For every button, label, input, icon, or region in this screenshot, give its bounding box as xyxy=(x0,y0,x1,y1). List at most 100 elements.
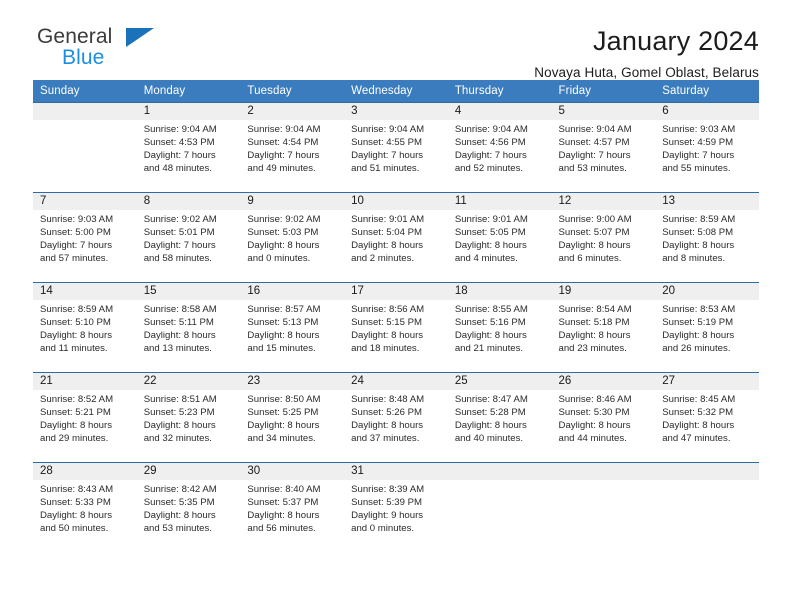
weekday-header-tuesday: Tuesday xyxy=(240,80,345,103)
calendar-day-cell[interactable]: 10 Sunrise: 9:01 AM Sunset: 5:04 PM Dayligh… xyxy=(344,192,448,283)
calendar-day-cell[interactable]: 3 Sunrise: 9:04 AM Sunset: 4:55 PM Daylight… xyxy=(344,102,448,193)
day-details: Sunrise: 8:52 AM Sunset: 5:21 PM Daylight:… xyxy=(33,390,137,445)
logo-text-blue: Blue xyxy=(62,46,105,69)
daylight-text-line1: Daylight: 7 hours xyxy=(143,149,216,161)
daylight-text-line2: and 53 minutes. xyxy=(558,162,627,174)
day-number: 3 xyxy=(344,103,448,120)
day-number xyxy=(655,463,759,480)
calendar-day-cell[interactable]: 21 Sunrise: 8:52 AM Sunset: 5:21 PM Dayligh… xyxy=(33,372,137,463)
daylight-text-line1: Daylight: 8 hours xyxy=(454,239,527,251)
sunset-text: Sunset: 4:53 PM xyxy=(143,136,215,148)
daylight-text-line1: Daylight: 8 hours xyxy=(143,419,216,431)
calendar-day-cell[interactable]: 13 Sunrise: 8:59 AM Sunset: 5:08 PM Dayligh… xyxy=(655,192,759,283)
day-details: Sunrise: 9:04 AM Sunset: 4:56 PM Daylight:… xyxy=(448,120,552,175)
sunrise-text: Sunrise: 9:00 AM xyxy=(558,214,632,225)
sunset-text: Sunset: 5:28 PM xyxy=(454,406,526,418)
sunrise-text: Sunrise: 9:04 AM xyxy=(143,124,217,135)
calendar-day-cell[interactable]: 8 Sunrise: 9:02 AM Sunset: 5:01 PM Daylight… xyxy=(136,192,241,283)
daylight-text-line2: and 11 minutes. xyxy=(40,342,108,354)
day-details: Sunrise: 9:04 AM Sunset: 4:57 PM Daylight:… xyxy=(552,120,656,175)
generalblue-logo: General Blue xyxy=(33,26,163,72)
daylight-text-line2: and 6 minutes. xyxy=(558,252,622,264)
calendar-day-cell[interactable]: 14 Sunrise: 8:59 AM Sunset: 5:10 PM Dayligh… xyxy=(33,282,137,373)
daylight-text-line1: Daylight: 8 hours xyxy=(454,329,527,341)
daylight-text-line1: Daylight: 8 hours xyxy=(662,329,735,341)
calendar-day-cell-empty xyxy=(447,462,552,545)
weekday-header-monday: Monday xyxy=(136,80,241,103)
daylight-text-line1: Daylight: 7 hours xyxy=(40,239,112,251)
day-number: 13 xyxy=(655,193,759,210)
daylight-text-line2: and 2 minutes. xyxy=(351,252,415,264)
day-number: 7 xyxy=(33,193,137,210)
calendar-day-cell[interactable]: 5 Sunrise: 9:04 AM Sunset: 4:57 PM Daylight… xyxy=(551,102,656,193)
day-details: Sunrise: 9:02 AM Sunset: 5:01 PM Daylight:… xyxy=(137,210,241,265)
page-title: January 2024 xyxy=(592,26,759,56)
daylight-text-line1: Daylight: 8 hours xyxy=(662,239,735,251)
calendar-day-cell[interactable]: 12 Sunrise: 9:00 AM Sunset: 5:07 PM Dayligh… xyxy=(551,192,656,283)
calendar-day-cell[interactable]: 20 Sunrise: 8:53 AM Sunset: 5:19 PM Dayligh… xyxy=(655,282,759,373)
day-details: Sunrise: 8:47 AM Sunset: 5:28 PM Daylight:… xyxy=(448,390,552,445)
calendar-day-cell[interactable]: 28 Sunrise: 8:43 AM Sunset: 5:33 PM Dayligh… xyxy=(33,462,137,545)
calendar-day-cell[interactable]: 29 Sunrise: 8:42 AM Sunset: 5:35 PM Dayligh… xyxy=(136,462,241,545)
sunrise-text: Sunrise: 9:03 AM xyxy=(662,124,736,135)
daylight-text-line1: Daylight: 7 hours xyxy=(143,239,216,251)
calendar-day-cell[interactable]: 1 Sunrise: 9:04 AM Sunset: 4:53 PM Daylight… xyxy=(136,102,241,193)
sunrise-text: Sunrise: 8:55 AM xyxy=(454,304,528,315)
calendar-day-cell[interactable]: 9 Sunrise: 9:02 AM Sunset: 5:03 PM Daylight… xyxy=(240,192,345,283)
daylight-text-line2: and 29 minutes. xyxy=(40,432,109,444)
daylight-text-line1: Daylight: 7 hours xyxy=(454,149,527,161)
daylight-text-line2: and 32 minutes. xyxy=(143,432,212,444)
calendar-day-cell[interactable]: 22 Sunrise: 8:51 AM Sunset: 5:23 PM Dayligh… xyxy=(136,372,241,463)
sunrise-text: Sunrise: 8:45 AM xyxy=(662,394,736,405)
calendar-day-cell[interactable]: 31 Sunrise: 8:39 AM Sunset: 5:39 PM Dayligh… xyxy=(344,462,448,545)
sunrise-text: Sunrise: 8:59 AM xyxy=(40,304,114,315)
daylight-text-line1: Daylight: 8 hours xyxy=(143,329,216,341)
calendar-day-cell[interactable]: 16 Sunrise: 8:57 AM Sunset: 5:13 PM Dayligh… xyxy=(240,282,345,373)
calendar-day-cell[interactable]: 24 Sunrise: 8:48 AM Sunset: 5:26 PM Dayligh… xyxy=(344,372,448,463)
daylight-text-line1: Daylight: 8 hours xyxy=(247,329,320,341)
calendar-day-cell[interactable]: 27 Sunrise: 8:45 AM Sunset: 5:32 PM Dayligh… xyxy=(655,372,759,463)
day-number: 25 xyxy=(447,373,552,390)
calendar-day-cell[interactable]: 18 Sunrise: 8:55 AM Sunset: 5:16 PM Dayligh… xyxy=(447,282,552,373)
calendar-day-cell[interactable]: 30 Sunrise: 8:40 AM Sunset: 5:37 PM Dayligh… xyxy=(240,462,345,545)
sunset-text: Sunset: 5:32 PM xyxy=(662,406,734,418)
daylight-text-line2: and 26 minutes. xyxy=(662,342,731,354)
calendar-week-row: 21 Sunrise: 8:52 AM Sunset: 5:21 PM Dayligh… xyxy=(33,372,759,463)
calendar-day-cell[interactable]: 17 Sunrise: 8:56 AM Sunset: 5:15 PM Dayligh… xyxy=(344,282,448,373)
calendar-day-cell[interactable]: 2 Sunrise: 9:04 AM Sunset: 4:54 PM Daylight… xyxy=(240,102,345,193)
sunset-text: Sunset: 4:55 PM xyxy=(351,136,423,148)
calendar-day-cell[interactable]: 26 Sunrise: 8:46 AM Sunset: 5:30 PM Dayligh… xyxy=(551,372,656,463)
calendar-day-cell[interactable]: 23 Sunrise: 8:50 AM Sunset: 5:25 PM Dayligh… xyxy=(240,372,345,463)
sunrise-text: Sunrise: 8:58 AM xyxy=(143,304,217,315)
calendar-day-cell[interactable]: 6 Sunrise: 9:03 AM Sunset: 4:59 PM Daylight… xyxy=(655,102,759,193)
daylight-text-line1: Daylight: 7 hours xyxy=(351,149,424,161)
calendar-day-cell[interactable]: 4 Sunrise: 9:04 AM Sunset: 4:56 PM Daylight… xyxy=(447,102,552,193)
day-number: 24 xyxy=(344,373,448,390)
calendar-day-cell[interactable]: 25 Sunrise: 8:47 AM Sunset: 5:28 PM Dayligh… xyxy=(447,372,552,463)
day-number: 5 xyxy=(551,103,656,120)
sunset-text: Sunset: 5:16 PM xyxy=(454,316,526,328)
weekday-header-row: Sunday Monday Tuesday Wednesday Thursday… xyxy=(33,80,759,103)
daylight-text-line2: and 52 minutes. xyxy=(454,162,524,174)
sunrise-text: Sunrise: 9:01 AM xyxy=(351,214,425,225)
daylight-text-line2: and 53 minutes. xyxy=(143,522,212,534)
calendar-day-cell[interactable]: 19 Sunrise: 8:54 AM Sunset: 5:18 PM Dayligh… xyxy=(551,282,656,373)
day-details: Sunrise: 8:50 AM Sunset: 5:25 PM Daylight:… xyxy=(240,390,344,445)
sunrise-text: Sunrise: 8:40 AM xyxy=(247,484,321,495)
day-details: Sunrise: 9:00 AM Sunset: 5:07 PM Daylight:… xyxy=(552,210,656,265)
daylight-text-line1: Daylight: 9 hours xyxy=(351,509,424,521)
calendar-day-cell[interactable]: 15 Sunrise: 8:58 AM Sunset: 5:11 PM Dayligh… xyxy=(136,282,241,373)
day-number: 30 xyxy=(240,463,345,480)
sunrise-text: Sunrise: 8:39 AM xyxy=(351,484,425,495)
day-details: Sunrise: 9:04 AM Sunset: 4:53 PM Daylight:… xyxy=(137,120,241,175)
day-number: 23 xyxy=(240,373,345,390)
daylight-text-line2: and 57 minutes. xyxy=(40,252,109,264)
title-block: January 2024 Novaya Huta, Gomel Oblast, … xyxy=(534,26,759,82)
sunrise-text: Sunrise: 8:47 AM xyxy=(454,394,528,405)
daylight-text-line1: Daylight: 8 hours xyxy=(558,419,631,431)
calendar-day-cell[interactable]: 7 Sunrise: 9:03 AM Sunset: 5:00 PM Daylight… xyxy=(33,192,137,283)
calendar-day-cell[interactable]: 11 Sunrise: 9:01 AM Sunset: 5:05 PM Dayligh… xyxy=(447,192,552,283)
day-details: Sunrise: 8:45 AM Sunset: 5:32 PM Daylight:… xyxy=(655,390,759,445)
day-details: Sunrise: 8:54 AM Sunset: 5:18 PM Daylight:… xyxy=(552,300,656,355)
day-details: Sunrise: 8:39 AM Sunset: 5:39 PM Daylight:… xyxy=(344,480,448,535)
